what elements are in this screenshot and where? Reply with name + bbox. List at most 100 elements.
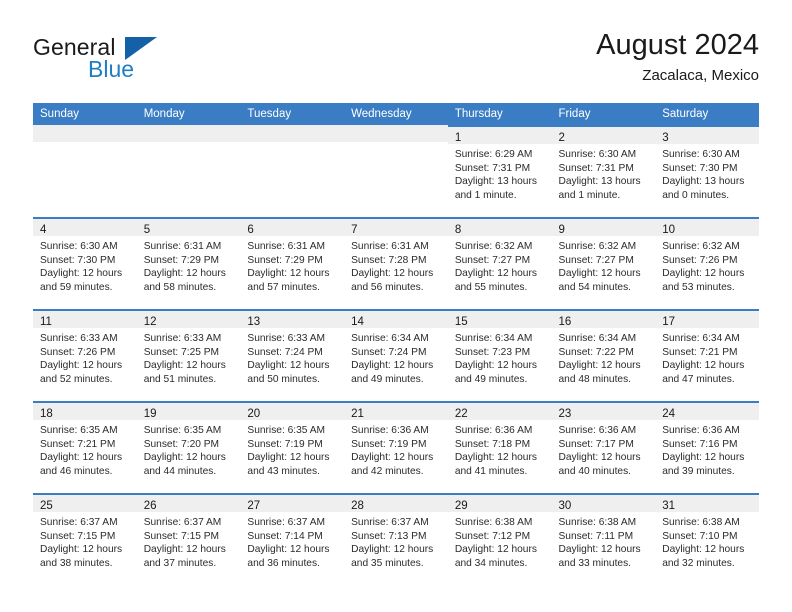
sunset-text: Sunset: 7:29 PM <box>247 254 323 266</box>
calendar-cell-day[interactable]: 21 Sunrise: 6:36 AM Sunset: 7:19 PM Dayligh… <box>344 401 448 489</box>
calendar-cell-inner: 4 Sunrise: 6:30 AM Sunset: 7:30 PM Daylight… <box>33 217 137 305</box>
daynum-strip: 8 <box>447 219 552 236</box>
calendar-cell-day[interactable]: 1 Sunrise: 6:29 AM Sunset: 7:31 PM Daylight… <box>447 125 552 213</box>
calendar-cell-day[interactable]: 28 Sunrise: 6:37 AM Sunset: 7:13 PM Dayligh… <box>344 493 448 581</box>
calendar-cell-day[interactable]: 16 Sunrise: 6:34 AM Sunset: 7:22 PM Dayligh… <box>551 309 656 397</box>
sunrise-text: Sunrise: 6:36 AM <box>351 425 429 436</box>
calendar-cell-day[interactable]: 14 Sunrise: 6:34 AM Sunset: 7:24 PM Dayligh… <box>344 309 448 397</box>
day-details: Sunrise: 6:34 AM Sunset: 7:22 PM Daylight:… <box>552 328 656 386</box>
weekday-header-thursday: Thursday <box>447 103 552 125</box>
day-number: 5 <box>143 224 151 236</box>
calendar-cell-inner: 27 Sunrise: 6:37 AM Sunset: 7:14 PM Dayligh… <box>240 493 345 581</box>
calendar-cell-day[interactable]: 24 Sunrise: 6:36 AM Sunset: 7:16 PM Dayligh… <box>655 401 759 489</box>
daynum-strip: 31 <box>655 495 759 512</box>
daynum-strip: 28 <box>344 495 448 512</box>
calendar-cell-inner: 16 Sunrise: 6:34 AM Sunset: 7:22 PM Dayligh… <box>551 309 656 397</box>
calendar-cell-day[interactable]: 12 Sunrise: 6:33 AM Sunset: 7:25 PM Dayligh… <box>136 309 241 397</box>
calendar-cell-day[interactable]: 25 Sunrise: 6:37 AM Sunset: 7:15 PM Dayligh… <box>33 493 137 581</box>
day-details: Sunrise: 6:35 AM Sunset: 7:19 PM Daylight:… <box>240 420 344 478</box>
calendar-cell-day[interactable]: 17 Sunrise: 6:34 AM Sunset: 7:21 PM Dayligh… <box>655 309 759 397</box>
calendar-cell-day[interactable]: 27 Sunrise: 6:37 AM Sunset: 7:14 PM Dayligh… <box>240 493 345 581</box>
weekday-header-wednesday: Wednesday <box>344 103 448 125</box>
sunrise-text: Sunrise: 6:30 AM <box>558 149 637 160</box>
sunrise-text: Sunrise: 6:31 AM <box>351 241 429 252</box>
sunrise-text: Sunrise: 6:34 AM <box>662 333 740 344</box>
daynum-strip: 9 <box>551 219 656 236</box>
general-blue-logo[interactable]: General Blue <box>33 34 263 92</box>
daynum-strip: 21 <box>344 403 448 420</box>
calendar-cell-day[interactable]: 19 Sunrise: 6:35 AM Sunset: 7:20 PM Dayligh… <box>136 401 241 489</box>
sunrise-text: Sunrise: 6:37 AM <box>143 517 222 528</box>
daynum-strip: 7 <box>344 219 448 236</box>
calendar-cell-day[interactable]: 8 Sunrise: 6:32 AM Sunset: 7:27 PM Daylight… <box>447 217 552 305</box>
daylight-text-line2: and 50 minutes. <box>247 373 320 385</box>
calendar-cell-inner <box>136 125 241 213</box>
daylight-text-line1: Daylight: 12 hours <box>40 544 123 556</box>
daylight-text-line1: Daylight: 12 hours <box>454 360 537 372</box>
calendar-cell-day[interactable]: 2 Sunrise: 6:30 AM Sunset: 7:31 PM Daylight… <box>551 125 656 213</box>
calendar-cell-inner: 17 Sunrise: 6:34 AM Sunset: 7:21 PM Dayligh… <box>655 309 759 397</box>
weekday-header-saturday: Saturday <box>655 103 759 125</box>
calendar-cell-day[interactable]: 10 Sunrise: 6:32 AM Sunset: 7:26 PM Dayligh… <box>655 217 759 305</box>
sunrise-text: Sunrise: 6:32 AM <box>558 241 637 252</box>
daylight-text-line1: Daylight: 12 hours <box>662 360 745 372</box>
sunrise-text: Sunrise: 6:32 AM <box>454 241 533 252</box>
daynum-strip: 10 <box>655 219 759 236</box>
daylight-text-line1: Daylight: 12 hours <box>247 360 330 372</box>
daynum-strip: 12 <box>136 311 241 328</box>
daylight-text-line2: and 43 minutes. <box>247 465 320 477</box>
daylight-text-line2: and 55 minutes. <box>454 281 528 293</box>
calendar-page: General Blue August 2024 Zacalaca, Mexic… <box>0 0 792 612</box>
day-details: Sunrise: 6:34 AM Sunset: 7:21 PM Daylight:… <box>655 328 759 386</box>
calendar-cell-day[interactable]: 4 Sunrise: 6:30 AM Sunset: 7:30 PM Daylight… <box>33 217 137 305</box>
day-number: 3 <box>662 132 669 144</box>
daylight-text-line2: and 0 minutes. <box>662 189 730 201</box>
day-details: Sunrise: 6:34 AM Sunset: 7:24 PM Daylight:… <box>344 328 448 386</box>
day-number: 7 <box>351 224 358 236</box>
sunrise-text: Sunrise: 6:38 AM <box>662 517 740 528</box>
sunset-text: Sunset: 7:24 PM <box>247 346 323 358</box>
calendar-cell-day[interactable]: 9 Sunrise: 6:32 AM Sunset: 7:27 PM Daylight… <box>551 217 656 305</box>
daylight-text-line1: Daylight: 12 hours <box>662 268 745 280</box>
day-number: 14 <box>351 316 364 328</box>
calendar-cell-inner: 18 Sunrise: 6:35 AM Sunset: 7:21 PM Dayligh… <box>33 401 137 489</box>
calendar-cell-inner: 9 Sunrise: 6:32 AM Sunset: 7:27 PM Daylight… <box>551 217 656 305</box>
daynum-strip: 18 <box>33 403 137 420</box>
daylight-text-line1: Daylight: 12 hours <box>558 452 641 464</box>
sunrise-text: Sunrise: 6:34 AM <box>351 333 429 344</box>
calendar-cell-day[interactable]: 26 Sunrise: 6:37 AM Sunset: 7:15 PM Dayligh… <box>136 493 241 581</box>
calendar-cell-day[interactable]: 30 Sunrise: 6:38 AM Sunset: 7:11 PM Dayligh… <box>551 493 656 581</box>
calendar-cell-day[interactable]: 7 Sunrise: 6:31 AM Sunset: 7:28 PM Daylight… <box>344 217 448 305</box>
calendar-cell-day[interactable]: 5 Sunrise: 6:31 AM Sunset: 7:29 PM Daylight… <box>136 217 241 305</box>
calendar-cell-day[interactable]: 3 Sunrise: 6:30 AM Sunset: 7:30 PM Daylight… <box>655 125 759 213</box>
calendar-grid: Sunday Monday Tuesday Wednesday Thursday… <box>33 103 759 581</box>
calendar-cell-day[interactable]: 6 Sunrise: 6:31 AM Sunset: 7:29 PM Daylight… <box>240 217 345 305</box>
day-details: Sunrise: 6:38 AM Sunset: 7:12 PM Daylight:… <box>448 512 552 570</box>
daynum-strip: 11 <box>33 311 137 328</box>
calendar-cell-inner: 12 Sunrise: 6:33 AM Sunset: 7:25 PM Dayligh… <box>136 309 241 397</box>
sunset-text: Sunset: 7:22 PM <box>558 346 634 358</box>
daynum-strip: 2 <box>551 127 656 144</box>
triangle-flag-icon <box>125 37 157 60</box>
calendar-cell-day[interactable]: 20 Sunrise: 6:35 AM Sunset: 7:19 PM Dayligh… <box>240 401 345 489</box>
calendar-cell-empty <box>240 125 345 213</box>
calendar-cell-inner: 1 Sunrise: 6:29 AM Sunset: 7:31 PM Daylight… <box>447 125 552 213</box>
calendar-cell-day[interactable]: 13 Sunrise: 6:33 AM Sunset: 7:24 PM Dayligh… <box>240 309 345 397</box>
calendar-cell-day[interactable]: 18 Sunrise: 6:35 AM Sunset: 7:21 PM Dayligh… <box>33 401 137 489</box>
calendar-cell-inner: 25 Sunrise: 6:37 AM Sunset: 7:15 PM Dayligh… <box>33 493 137 581</box>
daylight-text-line2: and 48 minutes. <box>558 373 632 385</box>
sunset-text: Sunset: 7:26 PM <box>662 254 738 266</box>
sunrise-text: Sunrise: 6:33 AM <box>247 333 325 344</box>
sunrise-text: Sunrise: 6:36 AM <box>454 425 533 436</box>
page-subtitle-location: Zacalaca, Mexico <box>642 67 759 84</box>
day-details: Sunrise: 6:31 AM Sunset: 7:29 PM Daylight:… <box>240 236 344 294</box>
calendar-cell-day[interactable]: 23 Sunrise: 6:36 AM Sunset: 7:17 PM Dayligh… <box>551 401 656 489</box>
calendar-cell-day[interactable]: 31 Sunrise: 6:38 AM Sunset: 7:10 PM Dayligh… <box>655 493 759 581</box>
daynum-strip: 1 <box>447 127 552 144</box>
calendar-cell-day[interactable]: 22 Sunrise: 6:36 AM Sunset: 7:18 PM Dayligh… <box>447 401 552 489</box>
calendar-cell-day[interactable]: 11 Sunrise: 6:33 AM Sunset: 7:26 PM Dayligh… <box>33 309 137 397</box>
calendar-cell-day[interactable]: 29 Sunrise: 6:38 AM Sunset: 7:12 PM Dayligh… <box>447 493 552 581</box>
calendar-cell-day[interactable]: 15 Sunrise: 6:34 AM Sunset: 7:23 PM Dayligh… <box>447 309 552 397</box>
sunset-text: Sunset: 7:26 PM <box>40 346 116 358</box>
daylight-text-line1: Daylight: 12 hours <box>247 452 330 464</box>
